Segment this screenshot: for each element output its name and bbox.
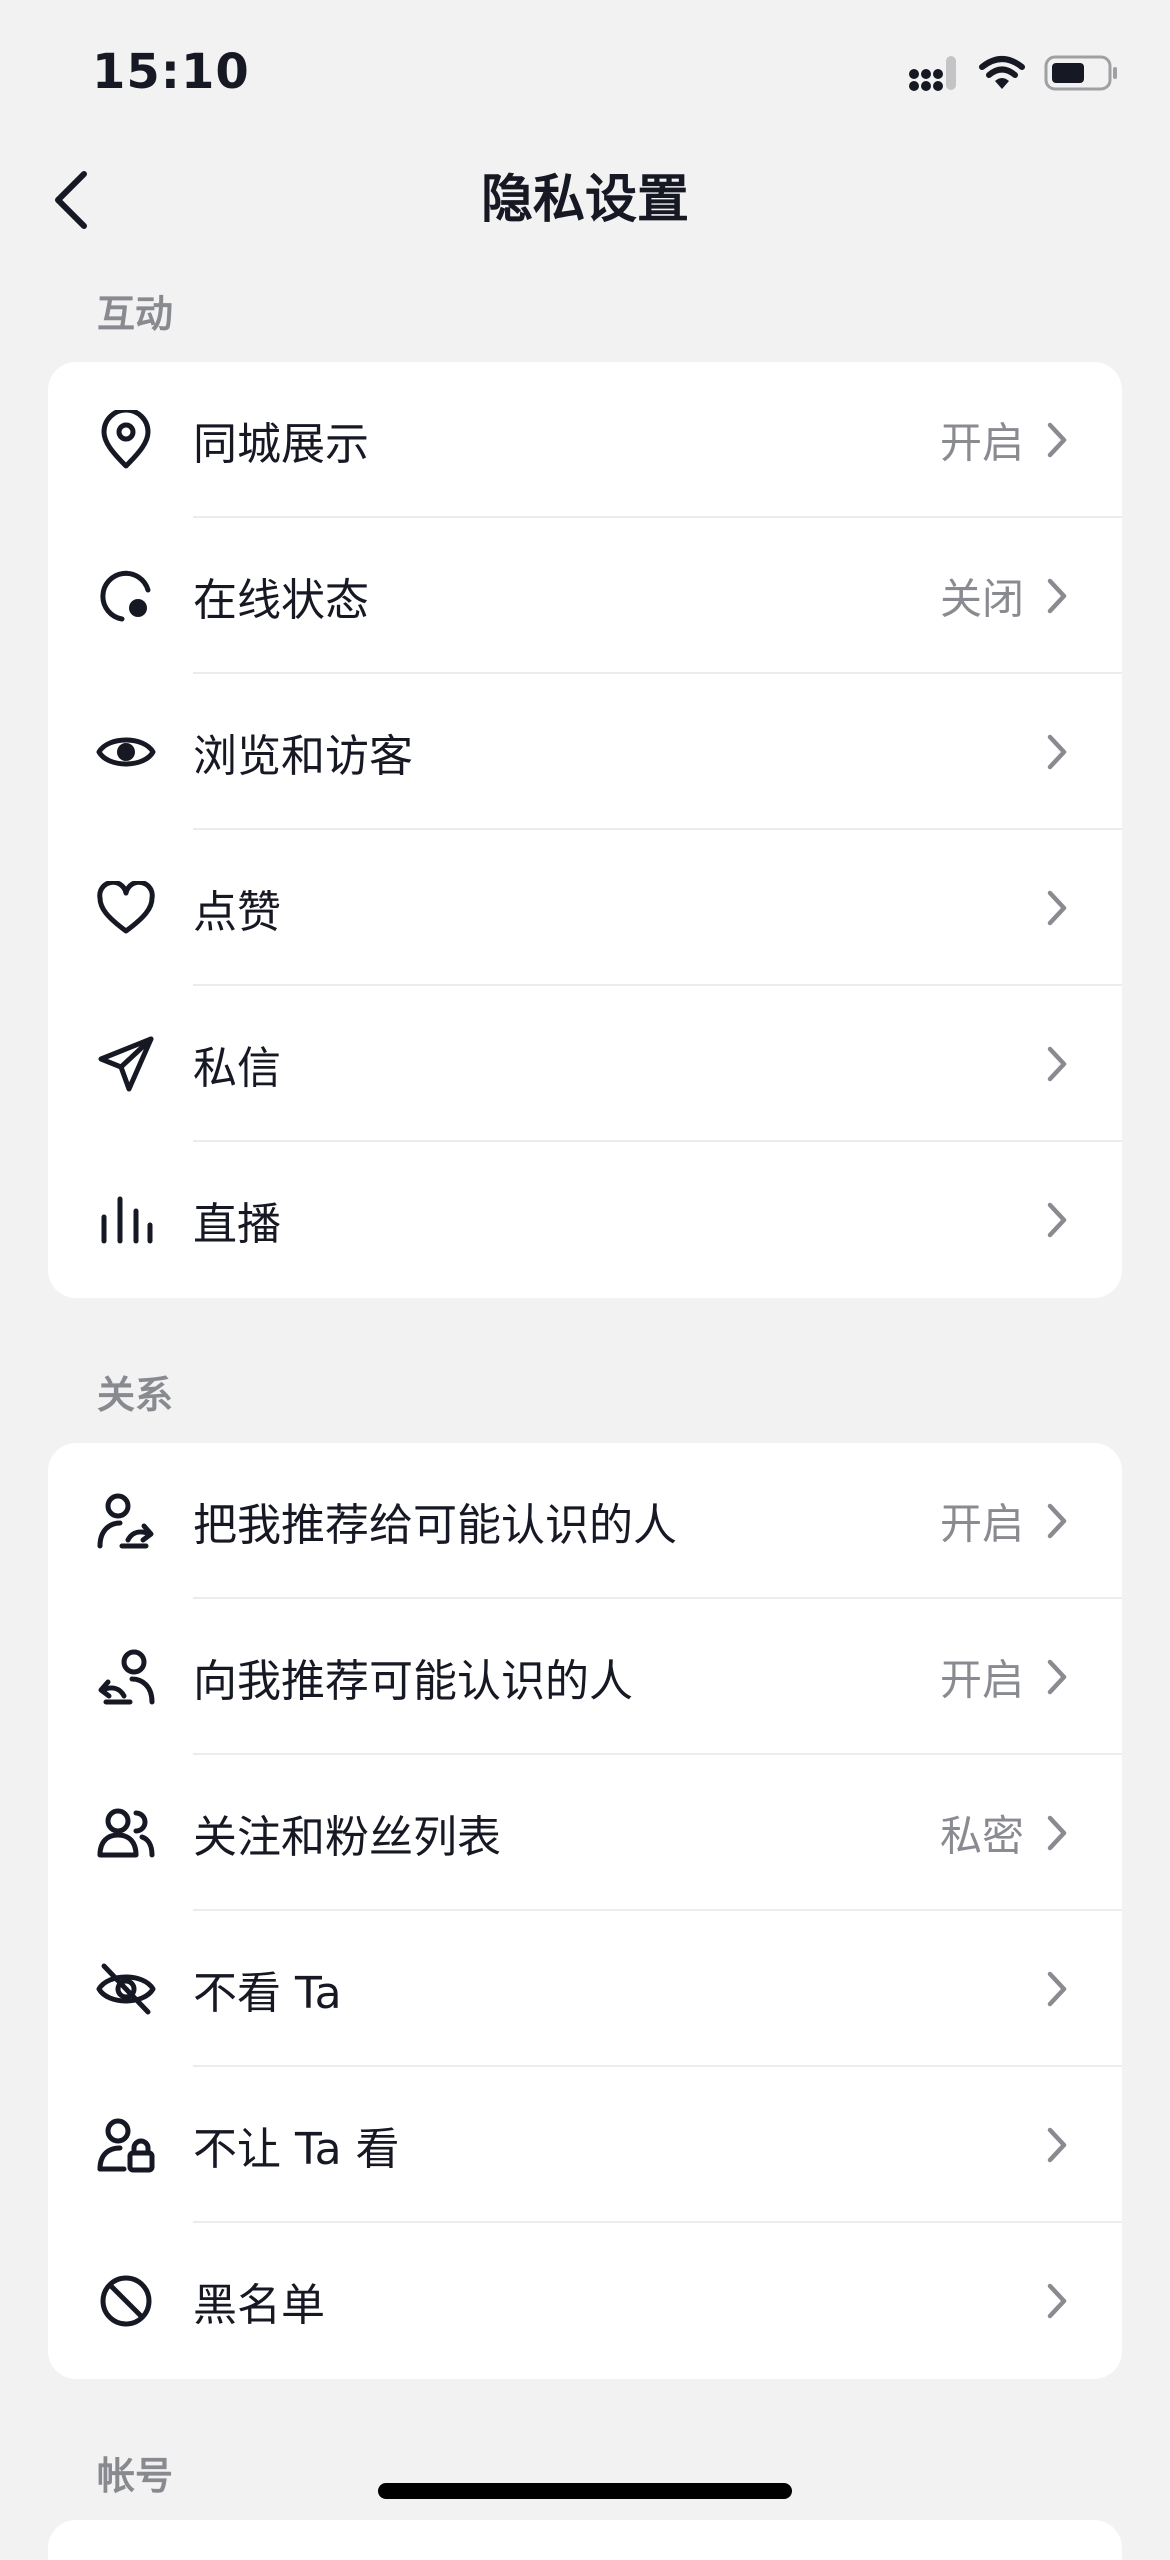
setting-row-recommend-me[interactable]: 把我推荐给可能认识的人 开启 <box>48 1443 1122 1599</box>
setting-row-label: 向我推荐可能认识的人 <box>193 1656 633 1707</box>
setting-row-browse-visitors[interactable]: 浏览和访客 <box>48 674 1122 830</box>
setting-row-label: 不让 Ta 看 <box>193 2124 400 2175</box>
cellular-signal-icon <box>908 54 960 96</box>
section-header-account: 帐号 <box>97 2454 174 2498</box>
setting-row-value: 关闭 <box>939 574 1024 624</box>
nav-bar: 隐私设置 <box>0 150 1170 250</box>
chevron-right-icon <box>1042 1043 1072 1085</box>
eye-icon <box>96 722 156 782</box>
setting-row-label: 关注和粉丝列表 <box>193 1812 501 1863</box>
setting-row-follow-list[interactable]: 关注和粉丝列表 私密 <box>48 1755 1122 1911</box>
setting-row-label: 点赞 <box>193 887 281 938</box>
eye-off-icon <box>96 1959 156 2019</box>
setting-row-likes[interactable]: 点赞 <box>48 830 1122 986</box>
setting-row-value: 开启 <box>939 418 1024 468</box>
setting-row-value: 私密 <box>939 1811 1024 1861</box>
setting-row-label: 同城展示 <box>193 419 369 470</box>
status-time: 15:10 <box>92 44 250 100</box>
setting-row-label: 不看 Ta <box>193 1968 342 2019</box>
setting-row-local-display[interactable]: 同城展示 开启 <box>48 362 1122 518</box>
chevron-right-icon <box>1042 419 1072 461</box>
status-bar: 15:10 <box>0 0 1170 150</box>
chevron-right-icon <box>1042 1968 1072 2010</box>
setting-row-messages[interactable]: 私信 <box>48 986 1122 1142</box>
setting-row-hide-from-them[interactable]: 不让 Ta 看 <box>48 2067 1122 2223</box>
page-title: 隐私设置 <box>480 170 689 230</box>
users-icon <box>96 1803 156 1863</box>
battery-icon <box>1044 55 1118 95</box>
block-icon <box>96 2271 156 2331</box>
chevron-right-icon <box>1042 575 1072 617</box>
user-recommend-icon <box>96 1647 156 1707</box>
paper-plane-icon <box>96 1034 156 1094</box>
setting-row-recommend-to-me[interactable]: 向我推荐可能认识的人 开启 <box>48 1599 1122 1755</box>
chevron-right-icon <box>1042 1199 1072 1241</box>
heart-icon <box>96 878 156 938</box>
relationship-card: 把我推荐给可能认识的人 开启 向我推荐可能认识的人 开启 关注和粉丝列表 私密 … <box>48 1443 1122 2379</box>
section-header-relationship: 关系 <box>97 1373 174 1417</box>
setting-row-online-status[interactable]: 在线状态 关闭 <box>48 518 1122 674</box>
user-lock-icon <box>96 2115 156 2175</box>
setting-row-label: 私信 <box>193 1043 281 1094</box>
setting-row-value: 开启 <box>939 1499 1024 1549</box>
setting-row-label: 在线状态 <box>193 575 369 626</box>
chevron-right-icon <box>1042 2124 1072 2166</box>
setting-row-label: 浏览和访客 <box>193 731 413 782</box>
chevron-right-icon <box>1042 2280 1072 2322</box>
setting-row-label: 直播 <box>193 1199 281 1250</box>
setting-row-label: 把我推荐给可能认识的人 <box>193 1500 677 1551</box>
setting-row-hide-their-content[interactable]: 不看 Ta <box>48 1911 1122 2067</box>
location-pin-icon <box>96 410 156 470</box>
online-status-icon <box>96 566 156 626</box>
chevron-right-icon <box>1042 1500 1072 1542</box>
chevron-right-icon <box>1042 887 1072 929</box>
setting-row-blacklist[interactable]: 黑名单 <box>48 2223 1122 2379</box>
chevron-right-icon <box>1042 1656 1072 1698</box>
account-card <box>48 2520 1122 2560</box>
setting-row-label: 黑名单 <box>193 2280 325 2331</box>
chevron-right-icon <box>1042 731 1072 773</box>
live-bars-icon <box>96 1190 156 1250</box>
status-icons <box>908 52 1118 98</box>
interaction-card: 同城展示 开启 在线状态 关闭 浏览和访客 点赞 私信 直播 <box>48 362 1122 1298</box>
setting-row-value: 开启 <box>939 1655 1024 1705</box>
user-share-icon <box>96 1491 156 1551</box>
chevron-right-icon <box>1042 1812 1072 1854</box>
section-header-interaction: 互动 <box>97 292 174 336</box>
home-indicator[interactable] <box>378 2483 792 2499</box>
wifi-icon <box>978 55 1026 95</box>
setting-row-live[interactable]: 直播 <box>48 1142 1122 1298</box>
